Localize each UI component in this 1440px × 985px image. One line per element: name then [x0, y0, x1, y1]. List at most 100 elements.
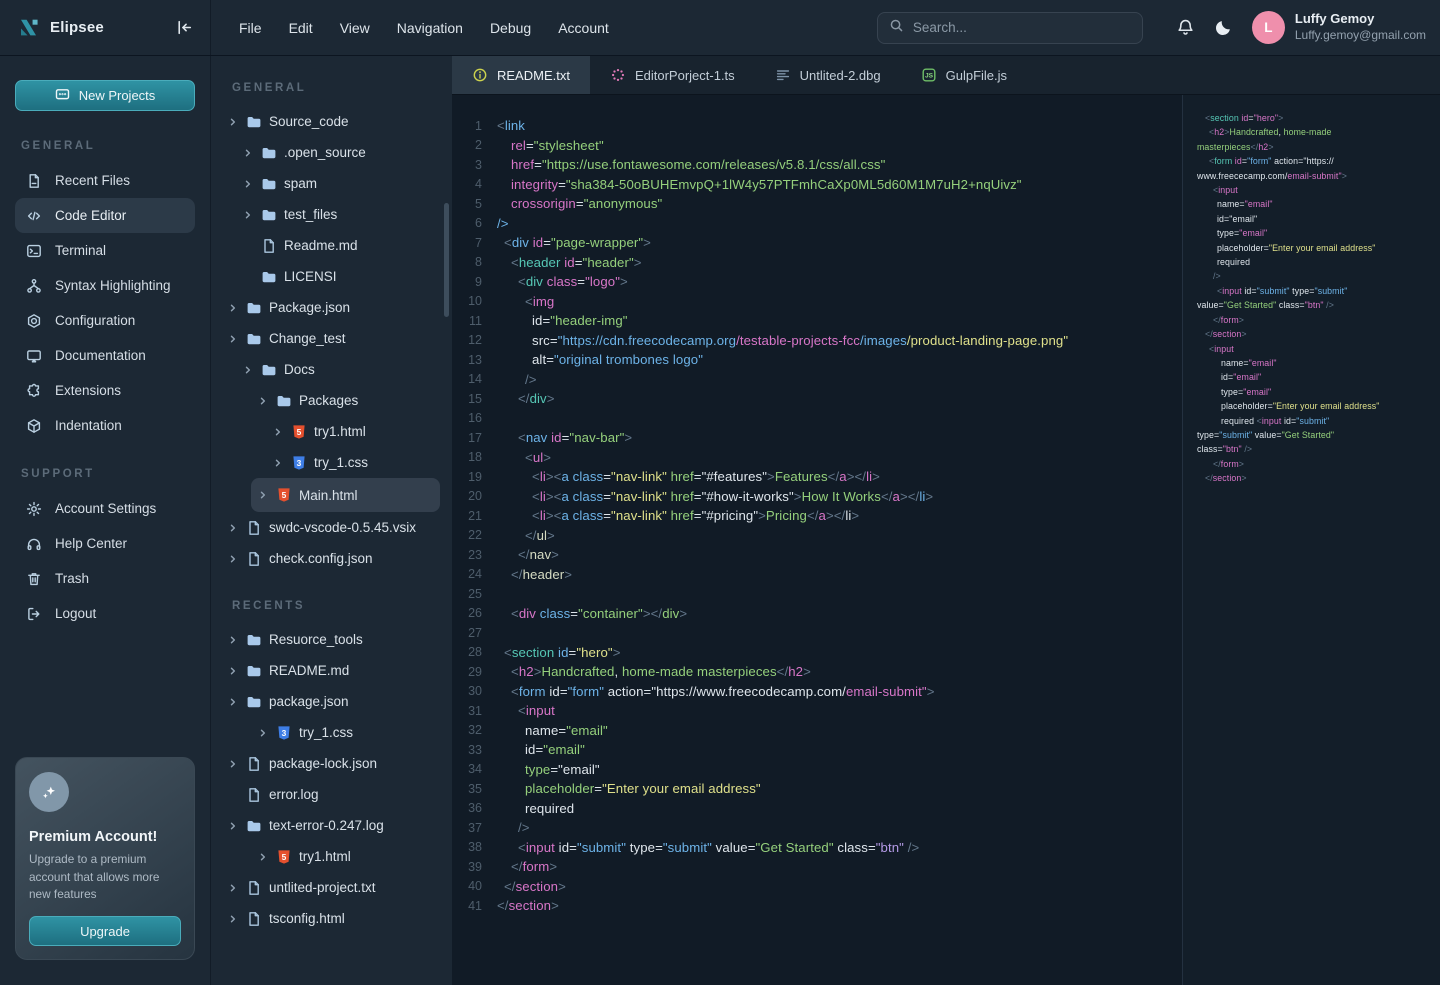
- chevron-right-icon[interactable]: [227, 913, 239, 925]
- sidebar: New Projects GENERALRecent FilesCode Edi…: [0, 56, 211, 985]
- upgrade-button[interactable]: Upgrade: [29, 916, 181, 946]
- sidebar-item-documentation[interactable]: Documentation: [15, 338, 195, 373]
- chevron-right-icon[interactable]: [242, 147, 254, 159]
- explorer-scrollbar[interactable]: [444, 203, 449, 317]
- chevron-right-icon[interactable]: [227, 116, 239, 128]
- search-box[interactable]: [877, 12, 1143, 44]
- tree-item-package-json[interactable]: Package.json: [221, 292, 440, 323]
- folder-icon: [246, 818, 262, 834]
- code-line: 4integrity="sha384-50oBUHEmvpQ+1lW4y57PT…: [452, 175, 1182, 195]
- tree-item-spam[interactable]: spam: [236, 168, 440, 199]
- line-number: 12: [452, 333, 482, 347]
- tree-item-error-log[interactable]: error.log: [221, 779, 440, 810]
- code-line: 25: [452, 584, 1182, 604]
- folder-icon: [261, 176, 277, 192]
- sidebar-item-recent-files[interactable]: Recent Files: [15, 163, 195, 198]
- sidebar-item-configuration[interactable]: Configuration: [15, 303, 195, 338]
- tree-item-open-source[interactable]: .open_source: [236, 137, 440, 168]
- sidebar-item-indentation[interactable]: Indentation: [15, 408, 195, 443]
- tree-item-docs[interactable]: Docs: [236, 354, 440, 385]
- tab-gulpfile-js[interactable]: JSGulpFile.js: [901, 56, 1027, 94]
- minimap-panel[interactable]: <section id="hero"><h2>Handcrafted, home…: [1182, 95, 1440, 985]
- code-text: crossorigin="anonymous": [497, 196, 662, 211]
- avatar[interactable]: L: [1252, 11, 1285, 44]
- chevron-right-icon[interactable]: [257, 395, 269, 407]
- sidebar-item-logout[interactable]: Logout: [15, 596, 195, 631]
- sidebar-section-title-support: SUPPORT: [21, 468, 210, 480]
- chevron-right-icon[interactable]: [257, 727, 269, 739]
- tree-item-main-html[interactable]: 5Main.html: [251, 478, 440, 512]
- tree-item-test-files[interactable]: test_files: [236, 199, 440, 230]
- notifications-bell-icon[interactable]: [1176, 18, 1195, 37]
- tree-item-try1-html[interactable]: 5try1.html: [251, 841, 440, 872]
- code-text: href="https://use.fontawesome.com/releas…: [497, 157, 885, 172]
- code-line: 9<div class="logo">: [452, 272, 1182, 292]
- chevron-right-icon[interactable]: [257, 851, 269, 863]
- sidebar-item-syntax-highlighting[interactable]: Syntax Highlighting: [15, 268, 195, 303]
- chevron-right-icon[interactable]: [227, 882, 239, 894]
- menu-file[interactable]: File: [239, 20, 262, 36]
- new-projects-button[interactable]: New Projects: [15, 80, 195, 111]
- tree-item-readme-md[interactable]: Readme.md: [236, 230, 440, 261]
- menu-account[interactable]: Account: [558, 20, 609, 36]
- tree-item-readme-md[interactable]: README.md: [221, 655, 440, 686]
- chevron-right-icon[interactable]: [227, 333, 239, 345]
- tree-item-try-1-css[interactable]: 3try_1.css: [251, 717, 440, 748]
- chevron-right-icon[interactable]: [272, 457, 284, 469]
- chevron-right-icon[interactable]: [227, 696, 239, 708]
- tree-item-label: error.log: [269, 787, 319, 802]
- code-text: </header>: [497, 567, 572, 582]
- chevron-right-icon[interactable]: [272, 426, 284, 438]
- chevron-right-icon[interactable]: [242, 209, 254, 221]
- tree-item-swdc-vscode-0-5-45-vsix[interactable]: swdc-vscode-0.5.45.vsix: [221, 512, 440, 543]
- chevron-right-icon[interactable]: [227, 302, 239, 314]
- chevron-right-icon[interactable]: [227, 820, 239, 832]
- file-icon: [246, 880, 262, 896]
- tree-item-tsconfig-html[interactable]: tsconfig.html: [221, 903, 440, 934]
- search-input[interactable]: [913, 20, 1131, 35]
- chevron-right-icon[interactable]: [227, 634, 239, 646]
- minimap-line: />: [1197, 269, 1436, 283]
- collapse-sidebar-icon[interactable]: [175, 18, 194, 37]
- minimap-line: <input: [1197, 183, 1436, 197]
- tree-item-resuorce-tools[interactable]: Resuorce_tools: [221, 624, 440, 655]
- line-number: 39: [452, 860, 482, 874]
- menu-debug[interactable]: Debug: [490, 20, 531, 36]
- tree-item-package-json[interactable]: package.json: [221, 686, 440, 717]
- menu-view[interactable]: View: [340, 20, 370, 36]
- code-text: <form id="form" action="https://www.free…: [497, 684, 935, 699]
- tree-item-try-1-css[interactable]: 3try_1.css: [266, 447, 440, 478]
- tree-item-text-error-0-247-log[interactable]: text-error-0.247.log: [221, 810, 440, 841]
- menu-edit[interactable]: Edit: [289, 20, 313, 36]
- tab-readme-txt[interactable]: README.txt: [452, 56, 590, 94]
- tree-item-try1-html[interactable]: 5try1.html: [266, 416, 440, 447]
- sidebar-item-trash[interactable]: Trash: [15, 561, 195, 596]
- tree-item-check-config-json[interactable]: check.config.json: [221, 543, 440, 574]
- minimap-line: </section>: [1197, 471, 1436, 485]
- sidebar-item-help-center[interactable]: Help Center: [15, 526, 195, 561]
- chevron-right-icon[interactable]: [257, 489, 269, 501]
- dark-mode-moon-icon[interactable]: [1214, 18, 1233, 37]
- sidebar-item-extensions[interactable]: Extensions: [15, 373, 195, 408]
- tree-item-untlited-project-txt[interactable]: untlited-project.txt: [221, 872, 440, 903]
- sidebar-item-terminal[interactable]: Terminal: [15, 233, 195, 268]
- tab-editorporject-1-ts[interactable]: EditorPorject-1.ts: [590, 56, 755, 94]
- chevron-right-icon[interactable]: [227, 553, 239, 565]
- sidebar-item-code-editor[interactable]: Code Editor: [15, 198, 195, 233]
- sidebar-item-account-settings[interactable]: Account Settings: [15, 491, 195, 526]
- code-editor[interactable]: 1<link2rel="stylesheet"3href="https://us…: [452, 95, 1182, 985]
- tree-item-source-code[interactable]: Source_code: [221, 106, 440, 137]
- tab-untlited-2-dbg[interactable]: Untlited-2.dbg: [755, 56, 901, 94]
- chevron-right-icon[interactable]: [242, 178, 254, 190]
- tree-item-package-lock-json[interactable]: package-lock.json: [221, 748, 440, 779]
- menu-navigation[interactable]: Navigation: [397, 20, 463, 36]
- chevron-right-icon[interactable]: [227, 522, 239, 534]
- chevron-right-icon[interactable]: [227, 665, 239, 677]
- user-profile[interactable]: L Luffy Gemoy Luffy.gemoy@gmail.com: [1252, 11, 1426, 44]
- tree-item-packages[interactable]: Packages: [251, 385, 440, 416]
- chevron-right-icon[interactable]: [242, 364, 254, 376]
- tree-item-change-test[interactable]: Change_test: [221, 323, 440, 354]
- chevron-right-icon[interactable]: [227, 758, 239, 770]
- line-number: 19: [452, 470, 482, 484]
- tree-item-licensi[interactable]: LICENSI: [236, 261, 440, 292]
